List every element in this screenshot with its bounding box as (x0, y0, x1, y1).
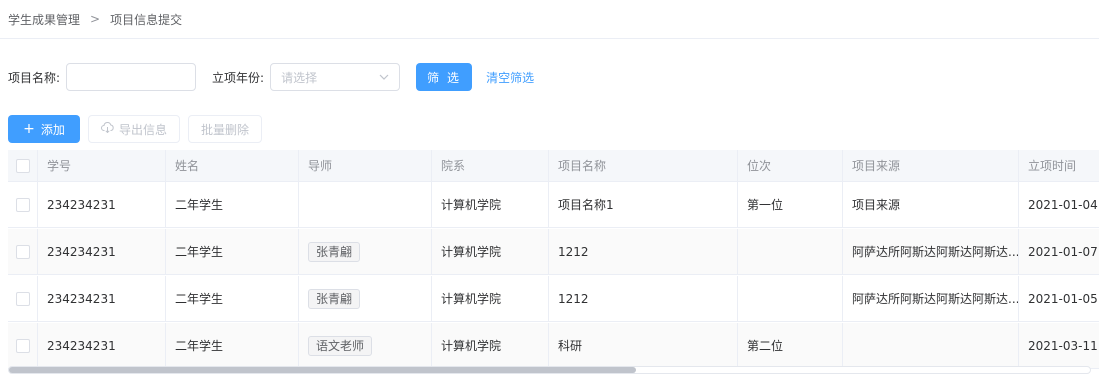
year-select[interactable]: 请选择 (270, 63, 401, 91)
row-select-cell (8, 229, 38, 274)
cell-student-id: 234234231 (38, 276, 166, 321)
cell-department: 计算机学院 (432, 182, 549, 227)
cell-source: 项目来源 (843, 182, 1019, 227)
cell-tutor: 语文老师 (299, 323, 432, 368)
cell-rank (738, 229, 843, 274)
cell-source (843, 323, 1019, 368)
year-label: 立项年份: (212, 70, 265, 85)
cell-name: 二年学生 (166, 323, 299, 368)
cloud-download-icon (101, 122, 119, 136)
cell-tutor (299, 182, 432, 227)
cell-source: 阿萨达所阿斯达阿斯达阿斯达... (843, 229, 1019, 274)
cell-project-name: 项目名称1 (549, 182, 738, 227)
table-row: 234234231 二年学生 语文老师 计算机学院 科研 第二位 2021-03… (8, 323, 1099, 369)
year-select-placeholder: 请选择 (281, 70, 318, 85)
chevron-down-icon (379, 74, 389, 80)
scrollbar-thumb[interactable] (9, 367, 636, 373)
row-select-cell (8, 323, 38, 368)
export-button-label: 导出信息 (119, 122, 168, 137)
cell-name: 二年学生 (166, 229, 299, 274)
clear-filter-link[interactable]: 清空筛选 (486, 69, 534, 86)
horizontal-scrollbar[interactable] (8, 366, 1091, 374)
header-divider (0, 38, 1099, 39)
column-header-department: 院系 (432, 150, 549, 181)
cell-project-name: 1212 (549, 276, 738, 321)
cell-rank: 第二位 (738, 323, 843, 368)
batch-delete-button[interactable]: 批量删除 (188, 115, 263, 143)
tutor-tag: 语文老师 (308, 335, 373, 356)
row-checkbox[interactable] (16, 338, 30, 353)
filter-button[interactable]: 筛 选 (416, 63, 473, 91)
cell-source: 阿萨达所阿斯达阿斯达阿斯达... (843, 276, 1019, 321)
project-table: 学号 姓名 导师 院系 项目名称 位次 项目来源 立项时间 234234231 … (8, 150, 1099, 370)
breadcrumb: 学生成果管理 > 项目信息提交 (8, 9, 182, 29)
header-select-cell (8, 150, 38, 181)
cell-rank: 第一位 (738, 182, 843, 227)
cell-project-name: 科研 (549, 323, 738, 368)
cell-date: 2021-03-11 (1028, 338, 1098, 353)
cell-tutor: 张青翩 (299, 229, 432, 274)
export-button[interactable]: 导出信息 (88, 115, 181, 143)
cell-name: 二年学生 (166, 182, 299, 227)
table-row: 234234231 二年学生 计算机学院 项目名称1 第一位 项目来源 2021… (8, 182, 1099, 228)
plus-icon: + (23, 121, 35, 137)
table-row: 234234231 二年学生 张青翩 计算机学院 1212 阿萨达所阿斯达阿斯达… (8, 276, 1099, 322)
breadcrumb-separator: > (90, 12, 101, 26)
row-select-cell (8, 276, 38, 321)
column-header-date: 立项时间 (1028, 159, 1077, 173)
breadcrumb-current: 项目信息提交 (110, 12, 183, 27)
column-header-tutor: 导师 (299, 150, 432, 181)
project-name-label: 项目名称: (8, 70, 61, 85)
add-button-label: 添加 (40, 122, 65, 137)
cell-date: 2021-01-05 (1028, 291, 1098, 306)
breadcrumb-parent[interactable]: 学生成果管理 (8, 11, 80, 28)
table-toolbar: + 添加 导出信息 批量删除 (8, 115, 263, 143)
cell-student-id: 234234231 (38, 182, 166, 227)
column-header-name: 姓名 (166, 150, 299, 181)
cell-department: 计算机学院 (432, 276, 549, 321)
project-name-input[interactable] (66, 63, 197, 91)
cell-date: 2021-01-04 (1028, 197, 1098, 212)
select-all-checkbox[interactable] (16, 158, 30, 173)
row-checkbox[interactable] (16, 291, 30, 306)
column-header-rank: 位次 (738, 150, 843, 181)
cell-name: 二年学生 (166, 276, 299, 321)
cell-department: 计算机学院 (432, 229, 549, 274)
cell-department: 计算机学院 (432, 323, 549, 368)
add-button[interactable]: + 添加 (8, 115, 80, 143)
cell-project-name: 1212 (549, 229, 738, 274)
cell-date: 2021-01-07 (1028, 244, 1098, 259)
row-checkbox[interactable] (16, 197, 30, 212)
table-header: 学号 姓名 导师 院系 项目名称 位次 项目来源 立项时间 (8, 150, 1099, 182)
tutor-tag: 张青翩 (308, 241, 361, 262)
filter-bar: 项目名称: 立项年份: 请选择 筛 选 清空筛选 (8, 63, 534, 91)
table-row: 234234231 二年学生 张青翩 计算机学院 1212 阿萨达所阿斯达阿斯达… (8, 229, 1099, 275)
column-header-source: 项目来源 (843, 150, 1019, 181)
row-checkbox[interactable] (16, 244, 30, 259)
cell-tutor: 张青翩 (299, 276, 432, 321)
cell-rank (738, 276, 843, 321)
row-select-cell (8, 182, 38, 227)
cell-student-id: 234234231 (38, 323, 166, 368)
column-header-student-id: 学号 (38, 150, 166, 181)
cell-student-id: 234234231 (38, 229, 166, 274)
tutor-tag: 张青翩 (308, 288, 361, 309)
column-header-project-name: 项目名称 (549, 150, 738, 181)
